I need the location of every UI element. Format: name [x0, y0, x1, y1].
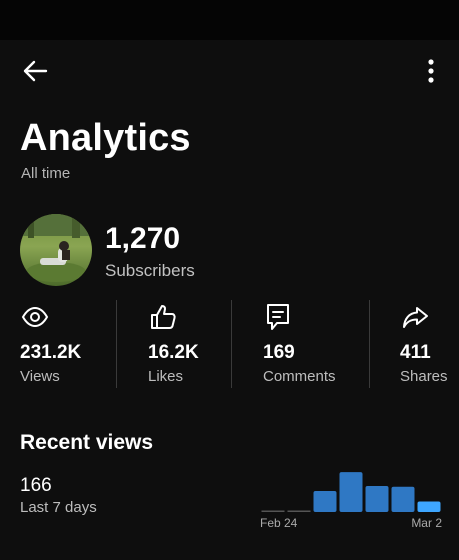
subscriber-count: 1,270: [105, 222, 181, 255]
more-options-button[interactable]: [416, 56, 446, 86]
top-app-bar: [0, 40, 459, 104]
avatar-image: [20, 214, 92, 286]
time-range-label: All time: [21, 165, 71, 182]
views-value: 231.2K: [20, 342, 82, 363]
more-vert-icon: [428, 59, 434, 83]
stat-views[interactable]: 231.2K Views: [20, 300, 110, 388]
recent-views-count: 166: [20, 475, 52, 496]
eye-icon: [21, 306, 49, 328]
stat-divider: [369, 300, 370, 388]
stats-row: 231.2K Views 16.2K Likes 169 Comments 41…: [0, 300, 459, 388]
back-button[interactable]: [18, 56, 52, 86]
chart-bar: [365, 485, 389, 512]
subscriber-label: Subscribers: [105, 261, 195, 280]
recent-views-chart[interactable]: Feb 24 Mar 2: [256, 460, 446, 536]
comments-value: 169: [263, 342, 295, 363]
views-label: Views: [20, 368, 60, 385]
stat-comments[interactable]: 169 Comments: [263, 300, 358, 388]
chart-bar-empty: [261, 510, 285, 512]
channel-avatar[interactable]: [20, 214, 92, 286]
chart-bar: [391, 486, 415, 512]
back-arrow-icon: [23, 60, 48, 82]
chart-x-tick-label: Mar 2: [411, 516, 442, 530]
shares-label: Shares: [400, 368, 448, 385]
chart-bar: [313, 491, 337, 512]
share-icon: [403, 307, 428, 328]
recent-views-title: Recent views: [20, 431, 154, 454]
chart-bar: [339, 472, 363, 512]
stat-likes[interactable]: 16.2K Likes: [148, 300, 228, 388]
shares-value: 411: [400, 342, 431, 363]
comments-label: Comments: [263, 368, 336, 385]
recent-views-period: Last 7 days: [20, 499, 97, 516]
chart-bar-empty: [287, 510, 311, 512]
chart-x-tick-label: Feb 24: [260, 516, 298, 530]
stat-shares[interactable]: 411 Shares: [400, 300, 455, 388]
status-bar: [0, 0, 459, 40]
stat-divider: [231, 300, 232, 388]
likes-value: 16.2K: [148, 342, 199, 363]
comment-icon: [267, 304, 289, 330]
likes-label: Likes: [148, 368, 184, 385]
page-title: Analytics: [20, 117, 191, 159]
stat-divider: [116, 300, 117, 388]
thumbs-up-icon: [151, 305, 176, 329]
chart-bar: [417, 501, 441, 512]
